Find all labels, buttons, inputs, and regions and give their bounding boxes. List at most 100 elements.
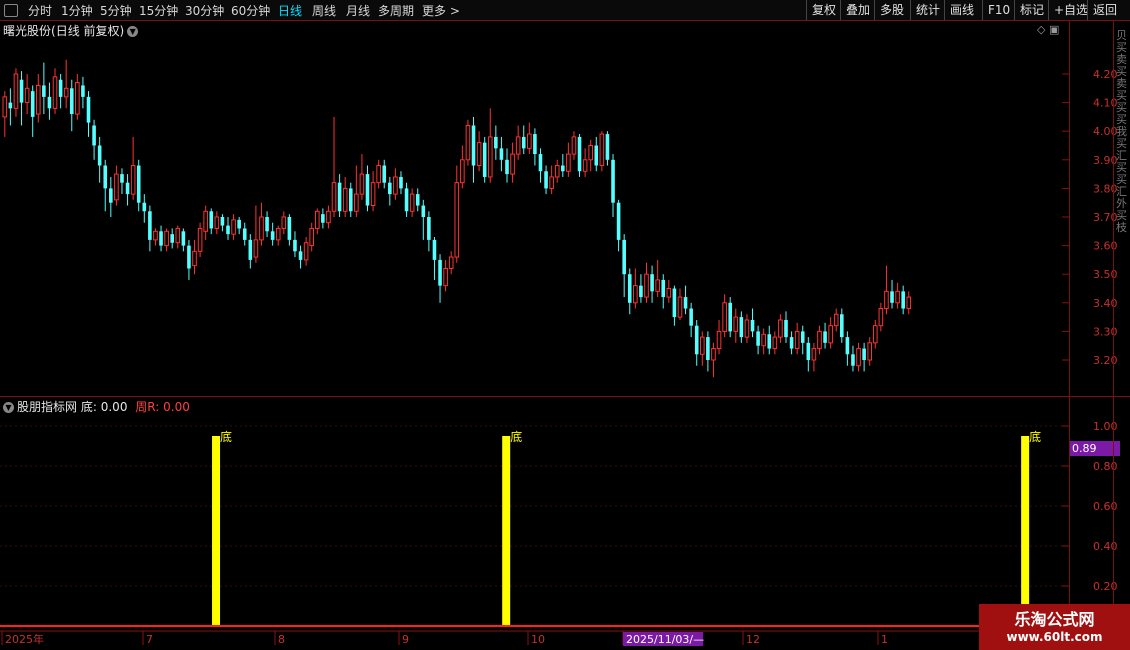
x-axis-label: 10 [531,633,545,646]
candle-body [427,217,431,240]
candle-body [125,182,130,195]
candle-body [561,165,565,172]
candle-body [460,159,465,184]
candle-body [594,145,599,166]
candle-body [739,317,744,338]
candle-body [661,279,666,298]
candle-body [248,239,253,260]
candle-body [884,290,889,310]
candle-body [175,227,181,244]
candle-body [326,210,331,224]
candle-body [733,316,739,332]
candle-body [901,291,905,309]
candle-body [728,302,732,332]
candle-body [314,210,320,229]
candle-body [170,234,174,243]
candle-body [906,296,912,310]
x-axis-label: 7 [146,633,153,646]
candle-body [471,125,476,166]
candle-body [622,239,626,275]
candle-body [890,291,894,303]
candle-body [867,342,873,361]
candle-body [97,145,102,166]
candle-body [192,250,197,267]
candle-body [706,337,710,360]
candle-body [778,319,783,338]
candle-body [2,96,8,118]
candle-body [365,174,370,206]
x-axis-label: 9 [402,633,409,646]
candle-body [672,288,677,318]
candle-body [689,308,693,326]
candle-body [69,88,74,115]
right-panel-text: 贝买卖买卖买买买我买汇买买汇外买枝 [1116,29,1127,234]
current-value-text: 0.89 [1072,442,1097,455]
candle-body [409,193,415,212]
candle-body [750,319,755,332]
candle-body [599,133,605,167]
candle-body [404,188,409,212]
candle-body [577,136,582,172]
candle-body [840,314,844,338]
candle-body [114,173,119,201]
chart-canvas[interactable]: 4.204.104.003.903.803.703.603.503.403.30… [0,0,1130,650]
candle-body [136,165,141,203]
candle-body [772,336,778,350]
candle-body [226,225,230,235]
candle-body [35,84,41,115]
candle-body [203,210,208,232]
candle-body [856,348,861,367]
candle-body [505,159,509,175]
candle-body [851,354,855,366]
candle-body [159,231,163,246]
x-axis-label: 8 [278,633,285,646]
indicator-bar [1021,436,1030,626]
candle-body [716,330,722,350]
candle-body [566,153,571,172]
candle-body [142,202,147,212]
candle-body [761,333,766,347]
candle-body [811,348,817,361]
candle-body [571,136,577,155]
candle-body [521,136,526,149]
x-axis-label: 2025年 [5,632,44,646]
candle-body [767,334,772,349]
candle-body [237,219,241,229]
watermark: 乐淘公式网 www.60lt.com [979,604,1130,650]
candle-body [817,330,822,350]
candle-body [331,182,337,212]
candle-body [499,148,504,160]
candle-body [376,165,381,184]
candle-body [259,216,264,241]
indicator-bar [502,436,511,626]
candle-body [527,133,532,149]
candle-body [293,239,297,252]
candle-body [756,331,760,346]
candle-body [231,219,236,235]
candle-body [510,153,515,175]
candle-body [287,217,292,240]
candle-body [359,173,365,195]
candle-body [582,159,588,172]
candle-body [197,227,203,252]
watermark-url: www.60lt.com [1006,630,1103,644]
pane-divider [0,396,1130,397]
candle-body [639,285,643,298]
candle-body [187,245,191,269]
candle-body [694,325,699,355]
candle-body [275,227,281,241]
indicator-bar-label: 底 [1029,429,1041,444]
candle-body [388,182,392,195]
candle-body [744,319,750,338]
candle-body [465,124,471,161]
candle-body [448,256,454,269]
candle-body [544,171,548,189]
indicator-bar-label: 底 [510,429,522,444]
candle-body [794,330,800,350]
candle-body [109,188,113,203]
candle-body [806,342,811,360]
candle-body [549,176,554,189]
candle-body [42,85,46,97]
candle-body [722,302,727,332]
candle-body [81,85,85,97]
